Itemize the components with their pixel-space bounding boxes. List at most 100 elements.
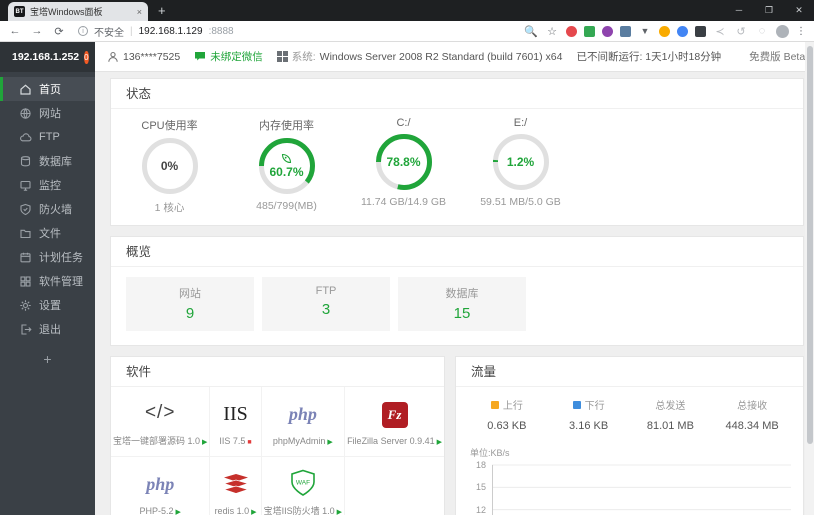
- bookmark-star-icon[interactable]: ☆: [545, 25, 559, 38]
- gauge-memory[interactable]: 内存使用率 60.7% 485/799(MB): [228, 117, 345, 215]
- status-running-icon: ▶: [336, 509, 343, 515]
- server-header[interactable]: 192.168.1.252 0: [0, 42, 95, 72]
- extension-orange-icon[interactable]: [659, 25, 670, 37]
- sidebar-add-button[interactable]: +: [0, 351, 95, 367]
- new-tab-button[interactable]: +: [158, 3, 166, 18]
- sidebar-item-ftp[interactable]: FTP: [0, 125, 95, 149]
- back-icon[interactable]: ←: [8, 25, 22, 37]
- extension-red-icon[interactable]: [566, 25, 577, 37]
- filezilla-logo-icon: Fz: [381, 401, 408, 428]
- search-icon[interactable]: 🔍: [524, 25, 538, 38]
- share-icon[interactable]: ≺: [713, 25, 727, 38]
- traffic-total-sent: 总发送 81.01 MB: [646, 401, 694, 432]
- overview-panel: 概览 网站 9 FTP 3 数据库 15: [110, 236, 804, 346]
- svg-text:WAF: WAF: [296, 480, 310, 487]
- memory-release-icon[interactable]: [281, 153, 292, 164]
- user-icon: [108, 51, 118, 62]
- account-phone[interactable]: 136****7525: [107, 51, 180, 63]
- extension-green-icon[interactable]: [584, 25, 595, 37]
- close-button[interactable]: ✕: [784, 0, 814, 20]
- sidebar-item-monitor[interactable]: 监控: [0, 173, 95, 197]
- browser-menu-icon[interactable]: ⋮: [796, 26, 806, 37]
- sidebar-menu: 首页 网站 FTP 数据库 监控 防火墙 文件 计划任务 软件管理 设置 退出: [0, 72, 95, 341]
- download-swatch: [572, 400, 581, 409]
- software-item-iis[interactable]: IIS IIS 7.5 ■: [210, 387, 262, 457]
- status-title: 状态: [111, 79, 803, 109]
- wechat-bind-link[interactable]: 未绑定微信: [194, 49, 263, 64]
- tab-strip: BT 宝塔Windows面板 × + ─ ❐ ✕: [0, 0, 814, 21]
- extension-slate-icon[interactable]: [620, 25, 631, 37]
- omnibox[interactable]: i 不安全 | 192.168.1.129 :8888: [74, 24, 516, 39]
- wechat-icon: [195, 52, 206, 61]
- status-running-icon: ▶: [202, 439, 208, 446]
- sidebar-item-logout[interactable]: 退出: [0, 317, 95, 341]
- tab-close-icon[interactable]: ×: [137, 7, 142, 17]
- screen-icon: [20, 180, 31, 191]
- profile-avatar[interactable]: [776, 24, 789, 38]
- status-running-icon: ▶: [327, 438, 333, 446]
- software-panel: 软件 </> 宝塔一键部署源码 1.0 ▶ IIS IIS 7.5 ■ php …: [110, 356, 445, 515]
- sidebar-item-website[interactable]: 网站: [0, 101, 95, 125]
- grid-icon: [20, 275, 31, 287]
- url-host: 192.168.1.129: [138, 25, 203, 37]
- software-item-phpmyadmin[interactable]: php phpMyAdmin ▶: [261, 387, 346, 457]
- software-item-redis[interactable]: redis 1.0 ▶: [210, 457, 262, 515]
- software-item-waf[interactable]: WAF 宝塔IIS防火墙 1.0 ▶: [262, 457, 346, 515]
- calendar-icon: [20, 252, 31, 262]
- gauge-disk-e[interactable]: E:/ 1.2% 59.51 MB/5.0 GB: [462, 117, 579, 215]
- forward-icon[interactable]: →: [30, 25, 44, 37]
- not-secure-label: 不安全: [94, 27, 124, 39]
- gauge-cpu[interactable]: CPU使用率 0% 1 核心: [111, 117, 228, 215]
- chart-unit-label: 单位:KB/s: [470, 448, 510, 458]
- software-item-php52[interactable]: php PHP-5.2 ▶: [111, 457, 211, 515]
- traffic-chart[interactable]: 1815129630: [476, 460, 791, 515]
- url-port: :8888: [208, 25, 234, 37]
- home-icon: [20, 84, 31, 95]
- filter-funnel-icon[interactable]: ▼: [638, 26, 652, 36]
- uptime-text: 已不间断运行: 1天1小时18分钟: [576, 51, 722, 63]
- iis-logo-icon: IIS: [223, 403, 248, 425]
- browser-tab[interactable]: BT 宝塔Windows面板 ×: [8, 2, 148, 21]
- sidebar-item-cron[interactable]: 计划任务: [0, 245, 95, 269]
- maximize-button[interactable]: ❐: [754, 0, 784, 20]
- software-item-deploy[interactable]: </> 宝塔一键部署源码 1.0 ▶: [111, 387, 211, 457]
- page-scrollbar[interactable]: [805, 42, 814, 515]
- system-value: Windows Server 2008 R2 Standard (build 7…: [319, 50, 563, 63]
- reload-icon[interactable]: ⟳: [52, 25, 66, 38]
- extension-blue-icon[interactable]: [677, 25, 688, 37]
- sidebar-item-home[interactable]: 首页: [0, 77, 95, 101]
- cast-icon[interactable]: ◌: [755, 25, 769, 37]
- sidebar-item-software[interactable]: 软件管理: [0, 269, 95, 293]
- sidebar-item-settings[interactable]: 设置: [0, 293, 95, 317]
- traffic-stats: 上行 0.63 KB 下行 3.16 KB 总发送 81.01 MB 总接收 4…: [456, 387, 803, 438]
- sidebar-item-database[interactable]: 数据库: [0, 149, 95, 173]
- tab-title: 宝塔Windows面板: [30, 7, 103, 17]
- overview-card-sites[interactable]: 网站 9: [126, 277, 254, 331]
- traffic-up: 上行 0.63 KB: [487, 400, 527, 432]
- logout-icon: [21, 323, 32, 335]
- overview-card-databases[interactable]: 数据库 15: [398, 277, 526, 331]
- upload-swatch: [490, 400, 499, 409]
- history-icon[interactable]: ↺: [734, 25, 748, 38]
- info-icon[interactable]: i: [78, 26, 88, 36]
- minimize-button[interactable]: ─: [724, 0, 754, 20]
- extension-dark-icon[interactable]: [695, 25, 706, 37]
- php-logo-icon: php: [146, 474, 175, 494]
- overview-card-ftp[interactable]: FTP 3: [262, 277, 390, 331]
- scrollbar-thumb[interactable]: [806, 46, 813, 444]
- traffic-down: 下行 3.16 KB: [569, 400, 609, 432]
- extension-purple-icon[interactable]: [602, 25, 613, 37]
- top-navbar: 136****7525 未绑定微信 系统: Windows Server 200…: [95, 42, 814, 72]
- sidebar-item-firewall[interactable]: 防火墙: [0, 197, 95, 221]
- software-item-filezilla[interactable]: Fz FileZilla Server 0.9.41 ▶: [345, 387, 444, 457]
- redis-logo-icon: [222, 473, 249, 494]
- message-badge[interactable]: 0: [84, 50, 89, 64]
- status-running-icon: ▶: [175, 508, 181, 515]
- system-info: 系统: Windows Server 2008 R2 Standard (bui…: [276, 49, 563, 64]
- address-bar: ← → ⟳ i 不安全 | 192.168.1.129 :8888 🔍 ☆ ▼ …: [0, 21, 814, 42]
- sidebar: 192.168.1.252 0 首页 网站 FTP 数据库 监控 防火墙 文件 …: [0, 42, 95, 515]
- system-label: 系统:: [291, 51, 316, 63]
- sidebar-item-files[interactable]: 文件: [0, 221, 95, 245]
- traffic-panel: 流量 上行 0.63 KB 下行 3.16 KB 总发送 81.01 MB 总接…: [455, 356, 804, 515]
- gauge-disk-c[interactable]: C:/ 78.8% 11.74 GB/14.9 GB: [345, 117, 462, 215]
